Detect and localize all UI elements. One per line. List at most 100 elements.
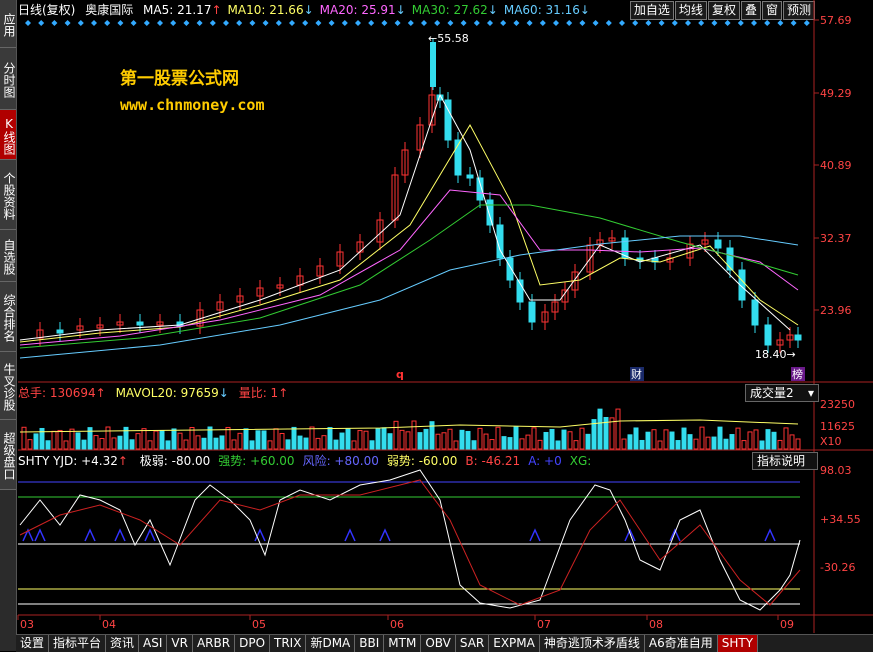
signal-diamond xyxy=(632,20,639,26)
volume-bar xyxy=(453,440,459,450)
candle-body xyxy=(726,247,734,271)
volume-bar xyxy=(153,430,159,450)
indicator-tab-12[interactable]: SAR xyxy=(456,635,490,652)
candle-body xyxy=(794,334,802,341)
volume-bar xyxy=(405,431,411,450)
indicator-tab-5[interactable]: ARBR xyxy=(193,635,236,652)
indicator-tab-14[interactable]: 神奇逃顶术矛盾线 xyxy=(540,635,645,652)
signal-diamond xyxy=(262,20,269,26)
volume-bar xyxy=(201,437,207,450)
volume-bar xyxy=(789,434,795,450)
volume-bar xyxy=(519,438,525,450)
chart-canvas: 57.69 49.29 40.89 32.37 23.96 23250 11625 X10 98… xyxy=(17,0,873,633)
volume-bar xyxy=(117,435,123,450)
event-marker-q: q xyxy=(396,368,404,381)
signal-triangle xyxy=(529,528,541,542)
indicator-tab-16[interactable]: SHTY xyxy=(717,635,759,652)
volume-bar xyxy=(261,430,267,450)
indicator-item-4: B: -46.21 xyxy=(465,454,521,468)
signal-diamond xyxy=(539,20,546,26)
candle-body xyxy=(506,257,514,281)
indicator-tab-10[interactable]: MTM xyxy=(384,635,422,652)
volume-bar xyxy=(93,435,99,450)
volume-bar xyxy=(639,439,645,450)
volume-bar xyxy=(699,426,705,450)
x-tick-label: 09 xyxy=(780,618,794,631)
volume-bar xyxy=(489,439,495,450)
signal-diamond xyxy=(553,20,559,26)
signal-diamond xyxy=(658,20,665,26)
indicator-tab-2[interactable]: 资讯 xyxy=(106,635,140,652)
x-tick-label: 05 xyxy=(252,618,266,631)
signal-diamond xyxy=(407,20,414,26)
volume-bar xyxy=(657,440,663,450)
indicator-tab-11[interactable]: OBV xyxy=(421,635,456,652)
volume-bar xyxy=(495,426,501,450)
indicator-item-0: 极弱: -80.00 xyxy=(139,454,211,468)
indicator-tab-13[interactable]: EXPMA xyxy=(489,635,540,652)
indicator-tab-7[interactable]: TRIX xyxy=(270,635,307,652)
volume-bar xyxy=(219,435,225,450)
price-tick-label: 23.96 xyxy=(820,304,852,317)
signal-diamond xyxy=(487,20,493,26)
indicator-tab-3[interactable]: ASI xyxy=(139,635,168,652)
volume-ma-line xyxy=(19,419,799,433)
volume-bar xyxy=(273,428,279,450)
volume-bar xyxy=(621,438,627,450)
indicator-tab-8[interactable]: 新DMA xyxy=(306,635,356,652)
watermark-title: 第一股票公式网 xyxy=(120,68,239,89)
volume-bar xyxy=(357,430,363,450)
indicator-tab-9[interactable]: BBI xyxy=(355,635,385,652)
indicator-legend: SHTY YJD: +4.32↑ 极弱: -80.00 强势: +60.00 风险:… xyxy=(18,452,591,469)
signal-diamond xyxy=(500,20,507,26)
volume-bar xyxy=(45,440,51,450)
indicator-tab-15[interactable]: A6奇准自用 xyxy=(645,635,718,652)
volume-bar xyxy=(237,432,243,450)
price-tick-label: 49.29 xyxy=(820,87,852,100)
volume-bar xyxy=(387,433,393,450)
signal-diamond xyxy=(381,20,388,26)
indicator-tab-1[interactable]: 指标平台 xyxy=(49,635,107,652)
volume-bar xyxy=(327,427,333,450)
signal-triangle xyxy=(764,528,776,542)
volume-mavol: MAVOL20: 97659 xyxy=(115,386,219,400)
volume-bar xyxy=(231,439,237,450)
volume-dropdown[interactable]: 成交量2 ▾ xyxy=(745,384,819,402)
volume-bar xyxy=(531,427,537,450)
signal-diamond xyxy=(51,20,58,26)
volume-mavol-arrow: ↓ xyxy=(218,386,229,400)
volume-bar xyxy=(321,435,327,450)
volume-bar xyxy=(27,439,33,450)
volume-bar xyxy=(717,426,723,450)
signal-diamond xyxy=(645,20,652,26)
signal-triangle xyxy=(34,528,46,542)
signal-diamond xyxy=(473,20,480,26)
signal-diamond xyxy=(275,20,282,26)
signal-diamond xyxy=(170,20,177,26)
volume-bar xyxy=(471,440,477,450)
indicator-tab-4[interactable]: VR xyxy=(167,635,193,652)
volume-bar xyxy=(285,439,291,450)
signal-diamond xyxy=(605,20,612,26)
indicator-tab-6[interactable]: DPO xyxy=(235,635,271,652)
volume-bar xyxy=(375,428,381,450)
indicator-item-5: A: +0 xyxy=(528,454,562,468)
signal-triangle xyxy=(84,528,96,542)
signal-diamond xyxy=(803,20,810,26)
signal-diamond xyxy=(368,20,375,26)
price-tick-label: 40.89 xyxy=(820,159,852,172)
signal-diamond xyxy=(209,20,216,26)
volume-bar xyxy=(333,439,339,450)
volume-bar xyxy=(687,434,693,450)
x-tick-label: 03 xyxy=(20,618,34,631)
volume-bar xyxy=(765,429,771,450)
volume-bar xyxy=(747,431,753,450)
signal-triangle xyxy=(624,528,636,542)
signal-diamond xyxy=(104,20,111,26)
signal-diamond xyxy=(447,20,454,26)
signal-diamond xyxy=(315,20,322,26)
signal-diamond xyxy=(130,20,137,26)
indicator-help-button[interactable]: 指标说明 xyxy=(752,452,818,470)
signal-diamond xyxy=(421,20,427,26)
indicator-tab-0[interactable]: 设置 xyxy=(16,635,50,652)
